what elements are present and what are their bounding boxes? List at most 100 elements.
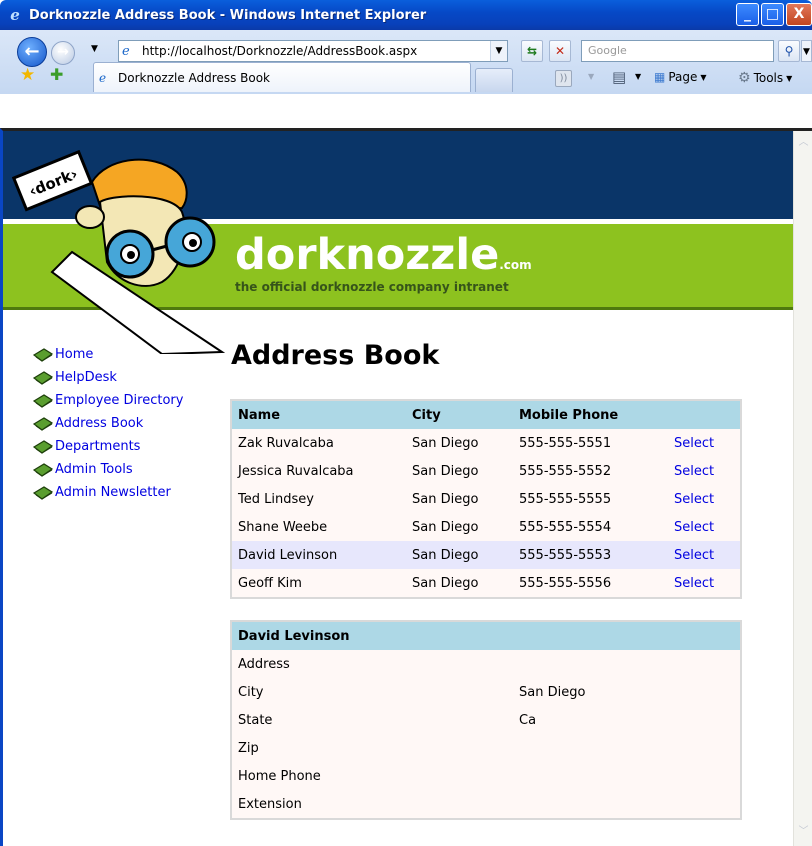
book-icon (33, 439, 53, 454)
cell-name: Zak Ruvalcaba (238, 435, 334, 451)
table-row: Jessica Ruvalcaba San Diego 555-555-5552… (232, 457, 740, 485)
scroll-down-icon[interactable]: ﹀ (796, 824, 811, 839)
new-tab-button[interactable] (475, 68, 513, 92)
sidebar-item-label[interactable]: Admin Tools (55, 462, 133, 477)
scroll-up-icon[interactable]: ︿ (796, 135, 811, 150)
page-menu-label: Page (668, 70, 698, 84)
cell-name: Ted Lindsey (238, 491, 314, 507)
details-row: Home Phone (232, 762, 740, 790)
column-header-city: City (406, 401, 513, 429)
sidebar-item-label[interactable]: HelpDesk (55, 370, 117, 385)
refresh-button[interactable]: ⇆ (521, 40, 543, 62)
chevron-down-icon: ▼ (700, 72, 707, 82)
details-header-row: David Levinson (232, 622, 740, 650)
address-bar[interactable]: e http://localhost/Dorknozzle/AddressBoo… (118, 40, 508, 62)
table-row: Geoff Kim San Diego 555-555-5556 Select (232, 569, 740, 597)
print-dropdown-icon[interactable]: ▼ (635, 72, 641, 81)
maximize-button[interactable]: □ (761, 3, 784, 26)
sidebar-nav: Home HelpDesk Employee Directory Address… (33, 343, 183, 504)
sidebar-item-label[interactable]: Address Book (55, 416, 143, 431)
sidebar-item-label[interactable]: Departments (55, 439, 140, 454)
page-icon: e (122, 43, 130, 59)
select-link[interactable]: Select (668, 541, 740, 569)
forward-button[interactable]: → (51, 41, 75, 65)
cell-phone: 555-555-5556 (519, 575, 612, 591)
sidebar-item-departments[interactable]: Departments (33, 435, 183, 458)
cell-phone: 555-555-5555 (519, 491, 612, 507)
url-input[interactable]: http://localhost/Dorknozzle/AddressBook.… (142, 44, 490, 58)
book-icon (33, 485, 53, 500)
table-row: Shane Weebe San Diego 555-555-5554 Selec… (232, 513, 740, 541)
field-value (513, 762, 740, 790)
field-label: Home Phone (232, 762, 513, 790)
select-link[interactable]: Select (668, 569, 740, 597)
sidebar-item-label[interactable]: Home (55, 347, 93, 362)
mascot-illustration: ‹dork› (12, 149, 226, 354)
back-button[interactable]: ← (17, 37, 47, 67)
book-icon (33, 347, 53, 362)
sidebar-item-label[interactable]: Admin Newsletter (55, 485, 171, 500)
mascot-sign: ‹dork› (12, 149, 94, 212)
cell-city: San Diego (412, 519, 479, 535)
details-row: Extension (232, 790, 740, 818)
sidebar-item-employee-directory[interactable]: Employee Directory (33, 389, 183, 412)
sidebar-item-admin-tools[interactable]: Admin Tools (33, 458, 183, 481)
sidebar-item-admin-newsletter[interactable]: Admin Newsletter (33, 481, 183, 504)
add-favorite-icon[interactable]: ✚ (50, 65, 63, 84)
select-link[interactable]: Select (668, 457, 740, 485)
sidebar-item-address-book[interactable]: Address Book (33, 412, 183, 435)
book-icon (33, 370, 53, 385)
close-button[interactable]: X (786, 3, 812, 26)
select-link[interactable]: Select (668, 429, 740, 457)
table-row-selected: David Levinson San Diego 555-555-5553 Se… (232, 541, 740, 569)
field-label: Address (232, 650, 513, 678)
cell-phone: 555-555-5551 (519, 435, 612, 451)
address-dropdown-button[interactable]: ▼ (490, 41, 507, 61)
column-header-mobile-phone: Mobile Phone (513, 401, 668, 429)
brand-name: dorknozzle (235, 230, 500, 280)
stop-button[interactable]: ✕ (549, 40, 571, 62)
details-row: Address (232, 650, 740, 678)
sidebar-item-helpdesk[interactable]: HelpDesk (33, 366, 183, 389)
select-link[interactable]: Select (668, 485, 740, 513)
page-icon: e (99, 70, 107, 85)
tools-menu-button[interactable]: ⚙ Tools ▼ (738, 70, 792, 86)
page-icon: ▦ (654, 70, 666, 84)
tab-dorknozzle-address-book[interactable]: e Dorknozzle Address Book (93, 62, 471, 92)
cell-city: San Diego (412, 491, 479, 507)
cell-city: San Diego (412, 463, 479, 479)
field-label: Extension (232, 790, 513, 818)
cell-phone: 555-555-5552 (519, 463, 612, 479)
cell-name: David Levinson (238, 547, 338, 563)
details-heading: David Levinson (232, 622, 740, 650)
sidebar-item-home[interactable]: Home (33, 343, 183, 366)
print-icon[interactable]: ▤ (612, 68, 626, 86)
employee-details-view: David Levinson Address City San Diego St… (230, 620, 742, 820)
details-row: Zip (232, 734, 740, 762)
window-title: Dorknozzle Address Book - Windows Intern… (29, 7, 427, 23)
cell-city: San Diego (412, 547, 479, 563)
minimize-button[interactable]: _ (736, 3, 759, 26)
cell-city: San Diego (412, 575, 479, 591)
cell-name: Jessica Ruvalcaba (238, 463, 354, 479)
field-value: San Diego (513, 678, 740, 706)
search-icon[interactable]: ⚲ (778, 40, 800, 62)
gear-icon: ⚙ (738, 70, 751, 86)
feeds-icon[interactable]: )) (555, 70, 572, 87)
table-row: Ted Lindsey San Diego 555-555-5555 Selec… (232, 485, 740, 513)
brand-tagline: the official dorknozzle company intranet (235, 280, 509, 294)
sidebar-item-label[interactable]: Employee Directory (55, 393, 183, 408)
column-header-name: Name (232, 401, 406, 429)
vertical-scrollbar[interactable]: ︿ ﹀ (793, 131, 812, 846)
recent-pages-dropdown[interactable]: ▼ (91, 44, 98, 54)
page-menu-button[interactable]: ▦ Page ▼ (654, 70, 707, 84)
feeds-dropdown-icon[interactable]: ▼ (588, 72, 594, 81)
table-row: Zak Ruvalcaba San Diego 555-555-5551 Sel… (232, 429, 740, 457)
search-options-dropdown[interactable]: ▼ (801, 40, 812, 62)
book-icon (33, 416, 53, 431)
field-label: City (232, 678, 513, 706)
select-link[interactable]: Select (668, 513, 740, 541)
search-input[interactable]: Google (581, 40, 774, 62)
cell-phone: 555-555-5554 (519, 519, 612, 535)
favorites-star-icon[interactable]: ★ (20, 65, 35, 85)
